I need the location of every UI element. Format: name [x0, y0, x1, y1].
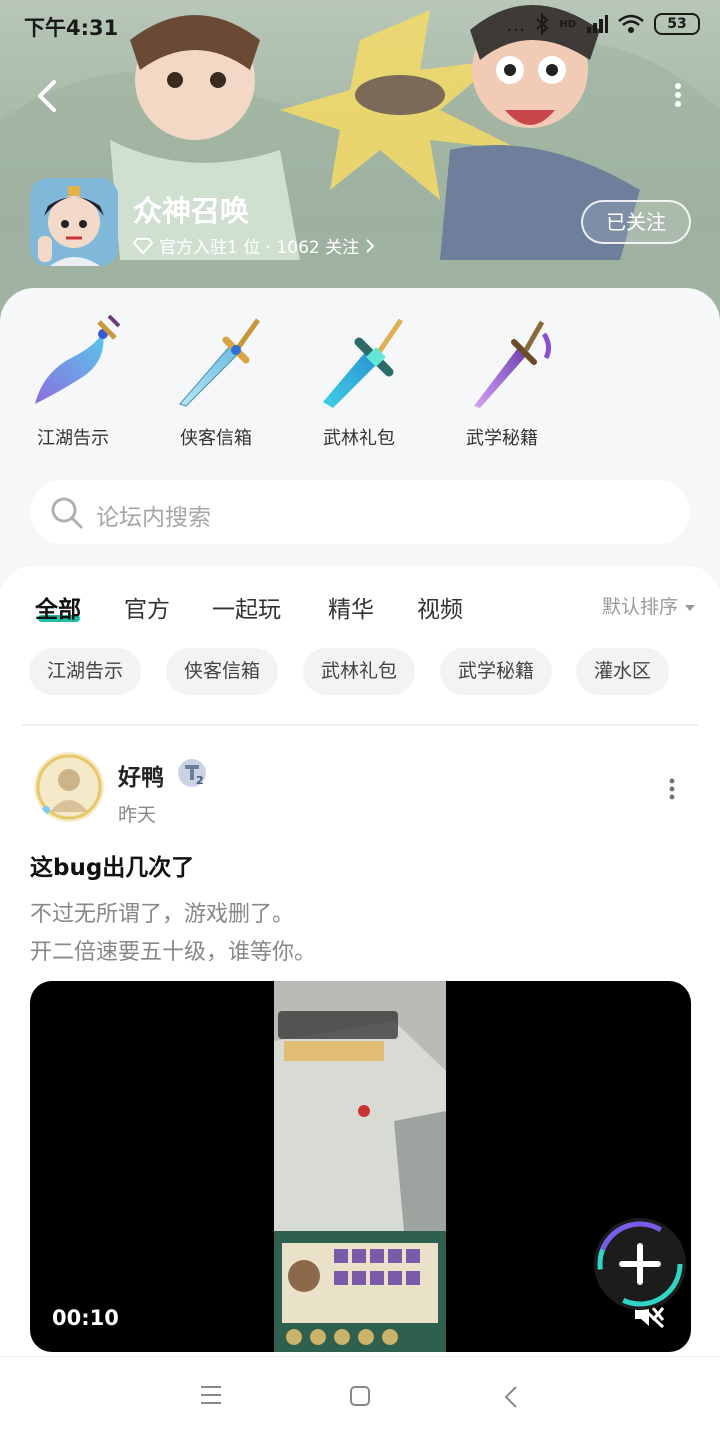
status-icons: ... HD 53	[506, 12, 700, 36]
status-bar: 下午4:31 ... HD 53	[0, 0, 720, 52]
tab-all[interactable]: 全部	[35, 590, 81, 624]
category-wuxue[interactable]: 武学秘籍	[442, 312, 562, 450]
sort-dropdown[interactable]: 默认排序	[602, 592, 696, 619]
category-jianghu[interactable]: 江湖告示	[13, 312, 133, 450]
chip-guanshui[interactable]: 灌水区	[576, 648, 670, 695]
more-options-icon[interactable]	[672, 82, 684, 108]
category-label: 武林礼包	[323, 428, 395, 449]
video-duration: 00:10	[52, 1306, 119, 1330]
chip-wuxue[interactable]: 武学秘籍	[440, 648, 553, 695]
category-label: 侠客信箱	[180, 428, 252, 449]
forum-search-bar[interactable]: 论坛内搜索	[30, 480, 690, 544]
plus-icon	[597, 1221, 683, 1307]
hd-label: HD	[559, 18, 576, 30]
purple-sword-icon	[474, 320, 552, 408]
level-badge-icon: 2	[178, 759, 206, 787]
search-input[interactable]: 论坛内搜索	[96, 498, 211, 532]
level-number: 2	[196, 774, 204, 787]
category-label: 江湖告示	[37, 428, 109, 449]
diamond-icon	[133, 237, 153, 254]
create-post-button[interactable]	[594, 1218, 686, 1310]
chip-jianghu[interactable]: 江湖告示	[29, 648, 142, 695]
post-time: 昨天	[118, 804, 157, 826]
post-body-line: 不过无所谓了，游戏删了。	[30, 902, 295, 927]
tab-play-together[interactable]: 一起玩	[212, 590, 281, 624]
video-player[interactable]: 00:10	[30, 981, 691, 1352]
tab-official[interactable]: 官方	[124, 590, 170, 624]
bluetooth-icon	[536, 13, 549, 35]
wifi-icon	[618, 14, 644, 33]
divider	[22, 724, 698, 726]
game-avatar-icon	[30, 178, 118, 266]
battery-indicator: 53	[654, 13, 700, 35]
crystal-sword-icon	[323, 318, 404, 408]
category-wulin[interactable]: 武林礼包	[299, 312, 419, 450]
tab-featured[interactable]: 精华	[328, 590, 374, 624]
game-meta[interactable]: 官方入驻1 位 · 1062 关注	[133, 233, 375, 258]
header-banner: 下午4:31 ... HD 53 众神召唤 官方入驻1 位 · 1062 关注 …	[0, 0, 720, 320]
back-nav-icon[interactable]	[503, 1385, 519, 1409]
status-time: 下午4:31	[24, 16, 119, 40]
chip-xiake[interactable]: 侠客信箱	[166, 648, 279, 695]
follow-button[interactable]: 已关注	[581, 200, 691, 244]
home-icon[interactable]	[349, 1385, 371, 1407]
post-title[interactable]: 这bug出几次了	[30, 848, 194, 882]
video-frame	[274, 981, 446, 1352]
back-arrow-icon[interactable]	[30, 76, 66, 116]
game-title: 众神召唤	[133, 194, 250, 228]
game-meta-text: 官方入驻1 位 · 1062 关注	[159, 238, 360, 258]
menu-icon[interactable]	[200, 1385, 222, 1405]
caret-down-icon	[685, 605, 695, 611]
ice-sword-icon	[179, 318, 261, 407]
post-body-line: 开二倍速要五十级，谁等你。	[30, 940, 317, 965]
sort-label: 默认排序	[601, 596, 678, 618]
category-xiake[interactable]: 侠客信箱	[156, 312, 276, 450]
system-nav-bar	[0, 1356, 720, 1440]
post-author-name[interactable]: 好鸭	[118, 758, 164, 792]
avatar[interactable]	[34, 752, 104, 822]
cell-signal-icon	[587, 15, 608, 33]
signal-dots: ...	[506, 12, 526, 36]
user-avatar-icon	[34, 752, 104, 822]
chevron-right-icon	[366, 238, 375, 253]
game-screenshot	[274, 981, 446, 1352]
category-label: 武学秘籍	[466, 428, 538, 449]
search-icon	[51, 497, 83, 529]
tab-video[interactable]: 视频	[417, 590, 463, 624]
chip-wulin[interactable]: 武林礼包	[303, 648, 416, 695]
post-more-icon[interactable]	[668, 778, 676, 800]
game-icon[interactable]	[30, 178, 118, 266]
curved-blade-icon	[35, 314, 121, 404]
